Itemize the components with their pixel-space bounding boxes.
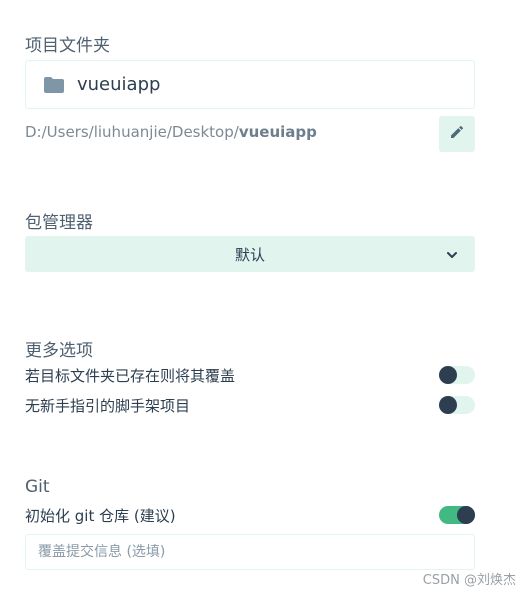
watermark: CSDN @刘焕杰	[422, 573, 516, 588]
option-row-overwrite: 若目标文件夹已存在则将其覆盖	[25, 363, 475, 387]
project-path: D:/Users/liuhuanjie/Desktop/vueuiapp	[25, 123, 317, 141]
folder-icon	[44, 76, 64, 93]
chevron-down-icon	[445, 247, 459, 261]
git-init-label: 初始化 git 仓库 (建议)	[25, 506, 176, 525]
toggle-knob	[439, 396, 457, 414]
package-manager-value: 默认	[234, 245, 265, 264]
pencil-icon	[449, 124, 465, 144]
package-manager-select[interactable]: 默认	[25, 236, 475, 272]
more-options-title: 更多选项	[25, 341, 93, 361]
git-init-toggle[interactable]	[439, 506, 475, 524]
project-path-name: vueuiapp	[238, 123, 317, 141]
toggle-knob	[457, 506, 475, 524]
no-guide-toggle[interactable]	[439, 396, 475, 414]
option-label-overwrite: 若目标文件夹已存在则将其覆盖	[25, 366, 236, 385]
project-path-prefix: D:/Users/liuhuanjie/Desktop/	[25, 123, 239, 141]
git-title: Git	[25, 477, 50, 497]
project-folder-title: 项目文件夹	[25, 36, 110, 56]
commit-message-input[interactable]	[25, 534, 475, 570]
project-folder-field[interactable]: vueuiapp	[25, 60, 475, 109]
option-label-no-guide: 无新手指引的脚手架项目	[25, 396, 191, 415]
overwrite-toggle[interactable]	[439, 366, 475, 384]
toggle-knob	[439, 366, 457, 384]
option-row-git-init: 初始化 git 仓库 (建议)	[25, 503, 475, 527]
edit-path-button[interactable]	[439, 116, 475, 152]
project-folder-name: vueuiapp	[77, 74, 161, 95]
option-row-no-guide: 无新手指引的脚手架项目	[25, 393, 475, 417]
package-manager-title: 包管理器	[25, 213, 93, 233]
